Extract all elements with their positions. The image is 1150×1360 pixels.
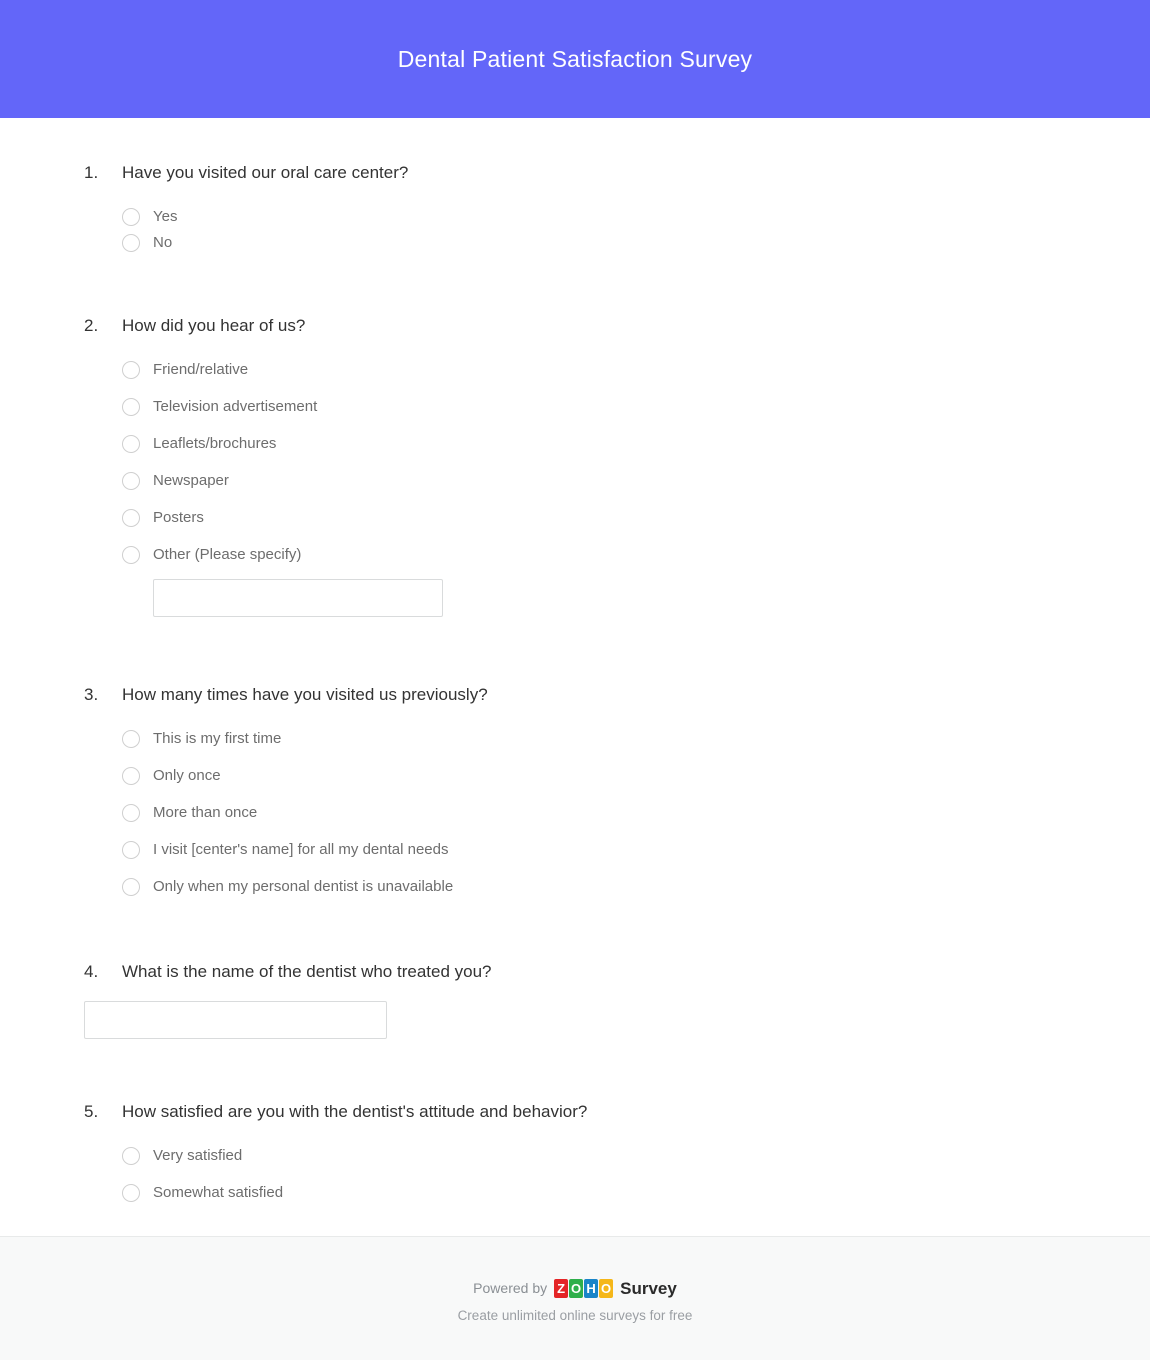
question-list: 1. Have you visited our oral care center… [0, 162, 1150, 1206]
radio-icon[interactable] [122, 730, 140, 748]
option-label: Posters [153, 509, 204, 526]
question-text: Have you visited our oral care center? [122, 163, 409, 182]
option-label: More than once [153, 804, 258, 821]
option-label: Leaflets/brochures [153, 435, 277, 452]
other-specify-input[interactable] [153, 579, 443, 617]
option-group-5: Very satisfied Somewhat satisfied [84, 1143, 1090, 1206]
option-label: Very satisfied [153, 1147, 243, 1164]
question-heading: 3. How many times have you visited us pr… [84, 684, 1090, 706]
question-heading: 1. Have you visited our oral care center… [84, 162, 1090, 184]
option-label: Only when my personal dentist is unavail… [153, 878, 454, 895]
zoho-tile-z: Z [554, 1278, 569, 1298]
footer-tagline: Create unlimited online surveys for free [457, 1308, 693, 1323]
option-label: No [153, 234, 173, 251]
question-number: 2. [84, 316, 99, 335]
zoho-tile-h: H [584, 1278, 599, 1298]
option-label: Somewhat satisfied [153, 1184, 284, 1201]
option-only-once[interactable]: Only once [122, 763, 1090, 789]
option-no[interactable]: No [122, 230, 607, 256]
question-text: How did you hear of us? [122, 316, 306, 335]
radio-icon[interactable] [122, 509, 140, 527]
radio-icon[interactable] [122, 435, 140, 453]
option-more-than-once[interactable]: More than once [122, 800, 1090, 826]
question-block-2: 2. How did you hear of us? Friend/relati… [0, 315, 1150, 617]
option-label: This is my first time [153, 730, 282, 747]
option-group-1: Yes No [84, 204, 1090, 256]
survey-body: 1. Have you visited our oral care center… [0, 118, 1150, 1236]
option-newspaper[interactable]: Newspaper [122, 468, 1090, 494]
radio-icon[interactable] [122, 398, 140, 416]
question-block-5: 5. How satisfied are you with the dentis… [0, 1101, 1150, 1206]
zoho-tile-o-second: O [599, 1278, 614, 1298]
question-number: 4. [84, 962, 99, 981]
option-television-advertisement[interactable]: Television advertisement [122, 394, 1090, 420]
question-heading: 2. How did you hear of us? [84, 315, 1090, 337]
radio-icon[interactable] [122, 208, 140, 226]
question-text: What is the name of the dentist who trea… [122, 962, 492, 981]
dentist-name-wrapper [84, 1001, 1090, 1039]
radio-icon[interactable] [122, 1147, 140, 1165]
question-text: How satisfied are you with the dentist's… [122, 1102, 588, 1121]
radio-icon[interactable] [122, 361, 140, 379]
other-input-wrapper [122, 579, 1090, 617]
radio-icon[interactable] [122, 767, 140, 785]
radio-icon[interactable] [122, 472, 140, 490]
option-label: Friend/relative [153, 361, 249, 378]
option-first-time[interactable]: This is my first time [122, 726, 1090, 752]
option-personal-dentist-unavailable[interactable]: Only when my personal dentist is unavail… [122, 874, 1090, 900]
question-number: 5. [84, 1102, 99, 1121]
option-friend-relative[interactable]: Friend/relative [122, 357, 1090, 383]
radio-icon[interactable] [122, 546, 140, 564]
zoho-tile-o-first: O [569, 1278, 584, 1298]
zoho-logo: Z O H O [554, 1278, 614, 1298]
question-heading: 4. What is the name of the dentist who t… [84, 961, 1090, 983]
option-other-specify[interactable]: Other (Please specify) [122, 542, 1090, 568]
radio-icon[interactable] [122, 1184, 140, 1202]
radio-icon[interactable] [122, 804, 140, 822]
powered-by-label: Powered by [473, 1280, 548, 1296]
option-posters[interactable]: Posters [122, 505, 1090, 531]
option-group-3: This is my first time Only once More tha… [84, 726, 1090, 900]
option-label: Television advertisement [153, 398, 318, 415]
question-number: 1. [84, 163, 99, 182]
radio-icon[interactable] [122, 878, 140, 896]
option-somewhat-satisfied[interactable]: Somewhat satisfied [122, 1180, 1090, 1206]
question-number: 3. [84, 685, 99, 704]
option-label: Newspaper [153, 472, 229, 489]
option-leaflets-brochures[interactable]: Leaflets/brochures [122, 431, 1090, 457]
dentist-name-input[interactable] [84, 1001, 387, 1039]
option-group-2: Friend/relative Television advertisement… [84, 357, 1090, 617]
option-label: I visit [center's name] for all my denta… [153, 841, 449, 858]
question-heading: 5. How satisfied are you with the dentis… [84, 1101, 1090, 1123]
option-yes[interactable]: Yes [122, 204, 607, 230]
survey-footer: Powered by Z O H O Survey Create unlimit… [0, 1236, 1150, 1360]
radio-icon[interactable] [122, 234, 140, 252]
brand-product-name: Survey [620, 1278, 677, 1298]
question-block-1: 1. Have you visited our oral care center… [0, 162, 1150, 256]
option-very-satisfied[interactable]: Very satisfied [122, 1143, 1090, 1169]
survey-header: Dental Patient Satisfaction Survey [0, 0, 1150, 118]
question-text: How many times have you visited us previ… [122, 685, 488, 704]
option-label: Other (Please specify) [153, 546, 302, 563]
powered-by-row: Powered by Z O H O Survey [473, 1277, 677, 1299]
question-block-4: 4. What is the name of the dentist who t… [0, 961, 1150, 1039]
question-block-3: 3. How many times have you visited us pr… [0, 684, 1150, 900]
option-all-dental-needs[interactable]: I visit [center's name] for all my denta… [122, 837, 1090, 863]
page-title: Dental Patient Satisfaction Survey [397, 45, 753, 72]
radio-icon[interactable] [122, 841, 140, 859]
option-label: Yes [153, 208, 178, 225]
option-label: Only once [153, 767, 221, 784]
